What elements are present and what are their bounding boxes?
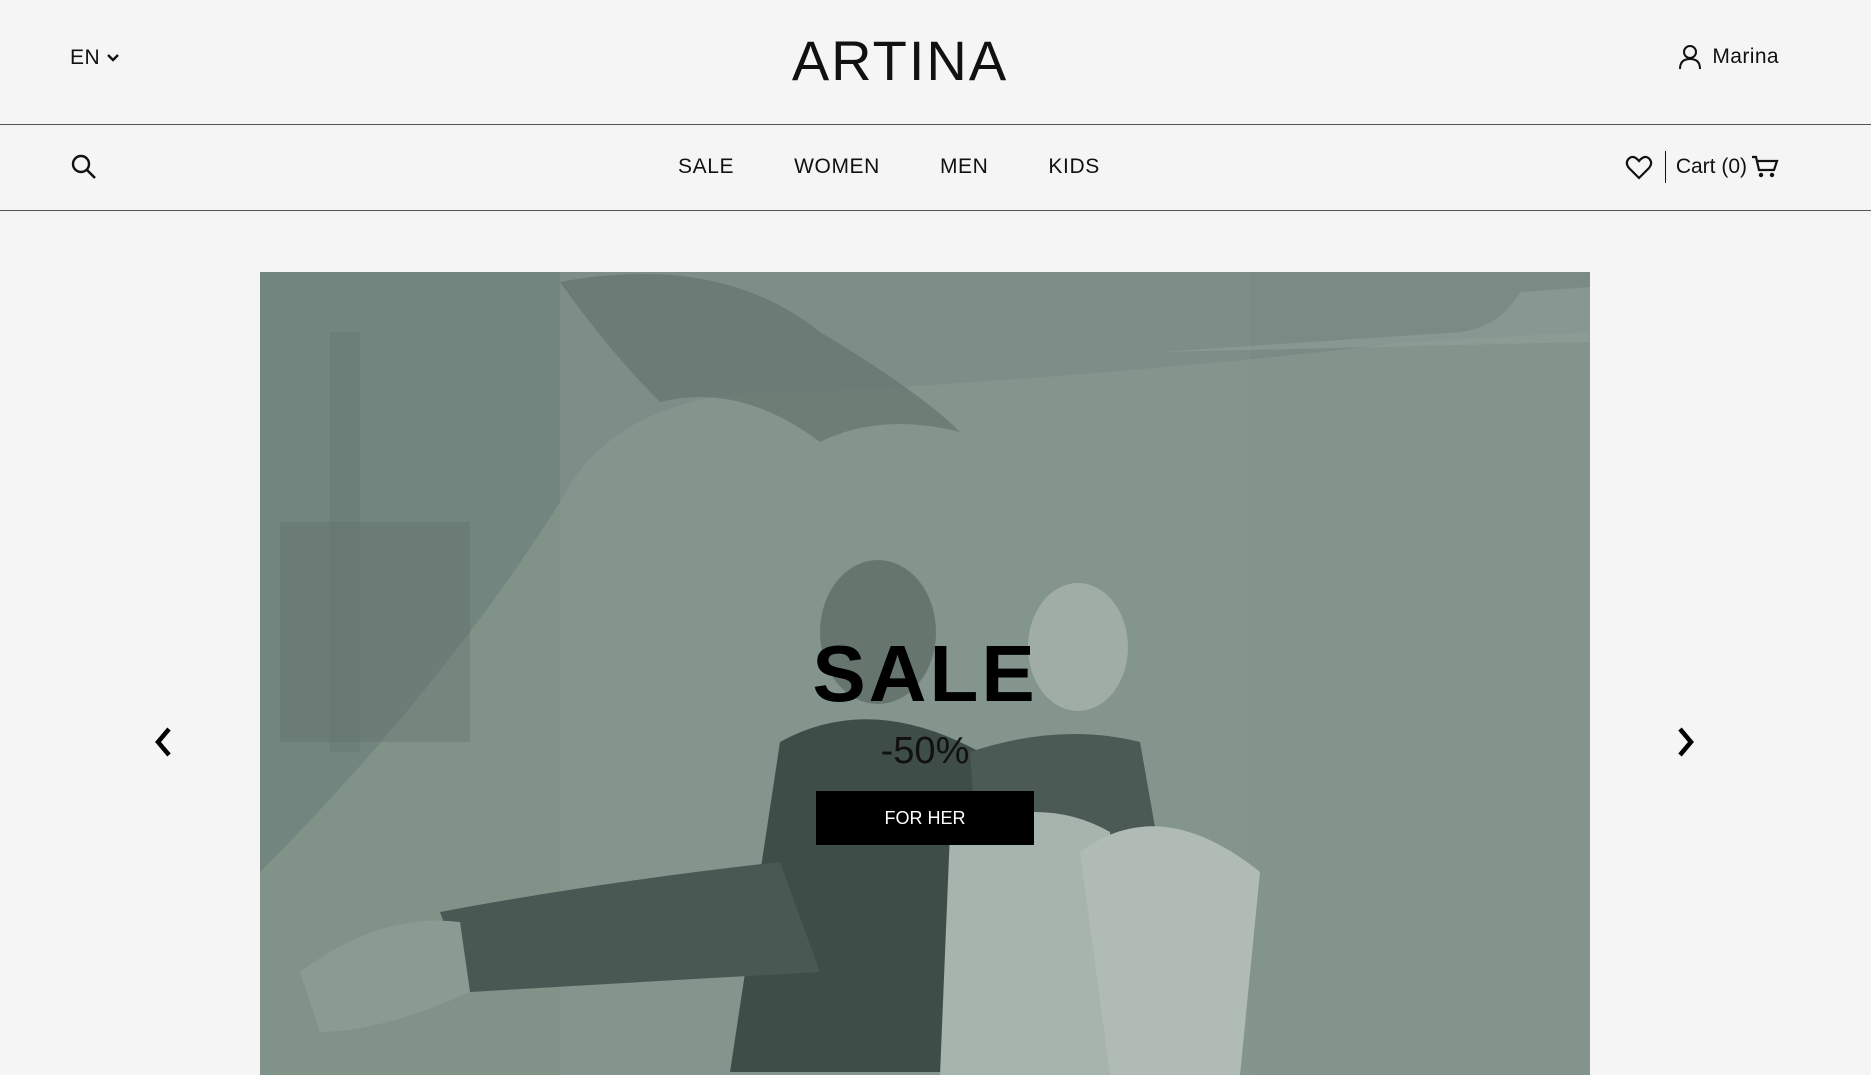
chevron-left-icon[interactable] — [152, 725, 174, 759]
cart-icon — [1752, 155, 1779, 178]
cart-label: Cart (0) — [1675, 155, 1747, 178]
user-icon — [1679, 45, 1702, 70]
top-header: EN ARTINA Marina — [0, 0, 1871, 125]
hero-content: SALE -50% FOR HER — [260, 634, 1590, 845]
nav-item-kids[interactable]: KIDS — [1048, 155, 1099, 179]
heart-icon[interactable] — [1625, 154, 1653, 180]
header-tools: Cart (0) — [1625, 151, 1779, 183]
nav-item-women[interactable]: WOMEN — [794, 155, 880, 179]
chevron-right-icon[interactable] — [1675, 725, 1697, 759]
category-menu: SALE WOMEN MEN KIDS — [678, 155, 1100, 179]
nav-item-sale[interactable]: SALE — [678, 155, 734, 179]
main-navigation: SALE WOMEN MEN KIDS Cart (0) — [0, 125, 1871, 211]
hero-banner: SALE -50% FOR HER — [260, 272, 1590, 1075]
hero-discount: -50% — [880, 730, 970, 772]
hero-title: SALE — [812, 629, 1038, 718]
cart-button[interactable]: Cart (0) — [1676, 154, 1779, 180]
user-account-link[interactable]: Marina — [1678, 44, 1779, 70]
search-button[interactable] — [70, 153, 98, 186]
search-icon — [71, 154, 96, 179]
brand-logo[interactable]: ARTINA — [0, 28, 1800, 93]
for-her-button[interactable]: FOR HER — [816, 791, 1034, 845]
tools-divider — [1664, 151, 1666, 183]
nav-item-men[interactable]: MEN — [940, 155, 988, 179]
user-name: Marina — [1712, 45, 1779, 68]
